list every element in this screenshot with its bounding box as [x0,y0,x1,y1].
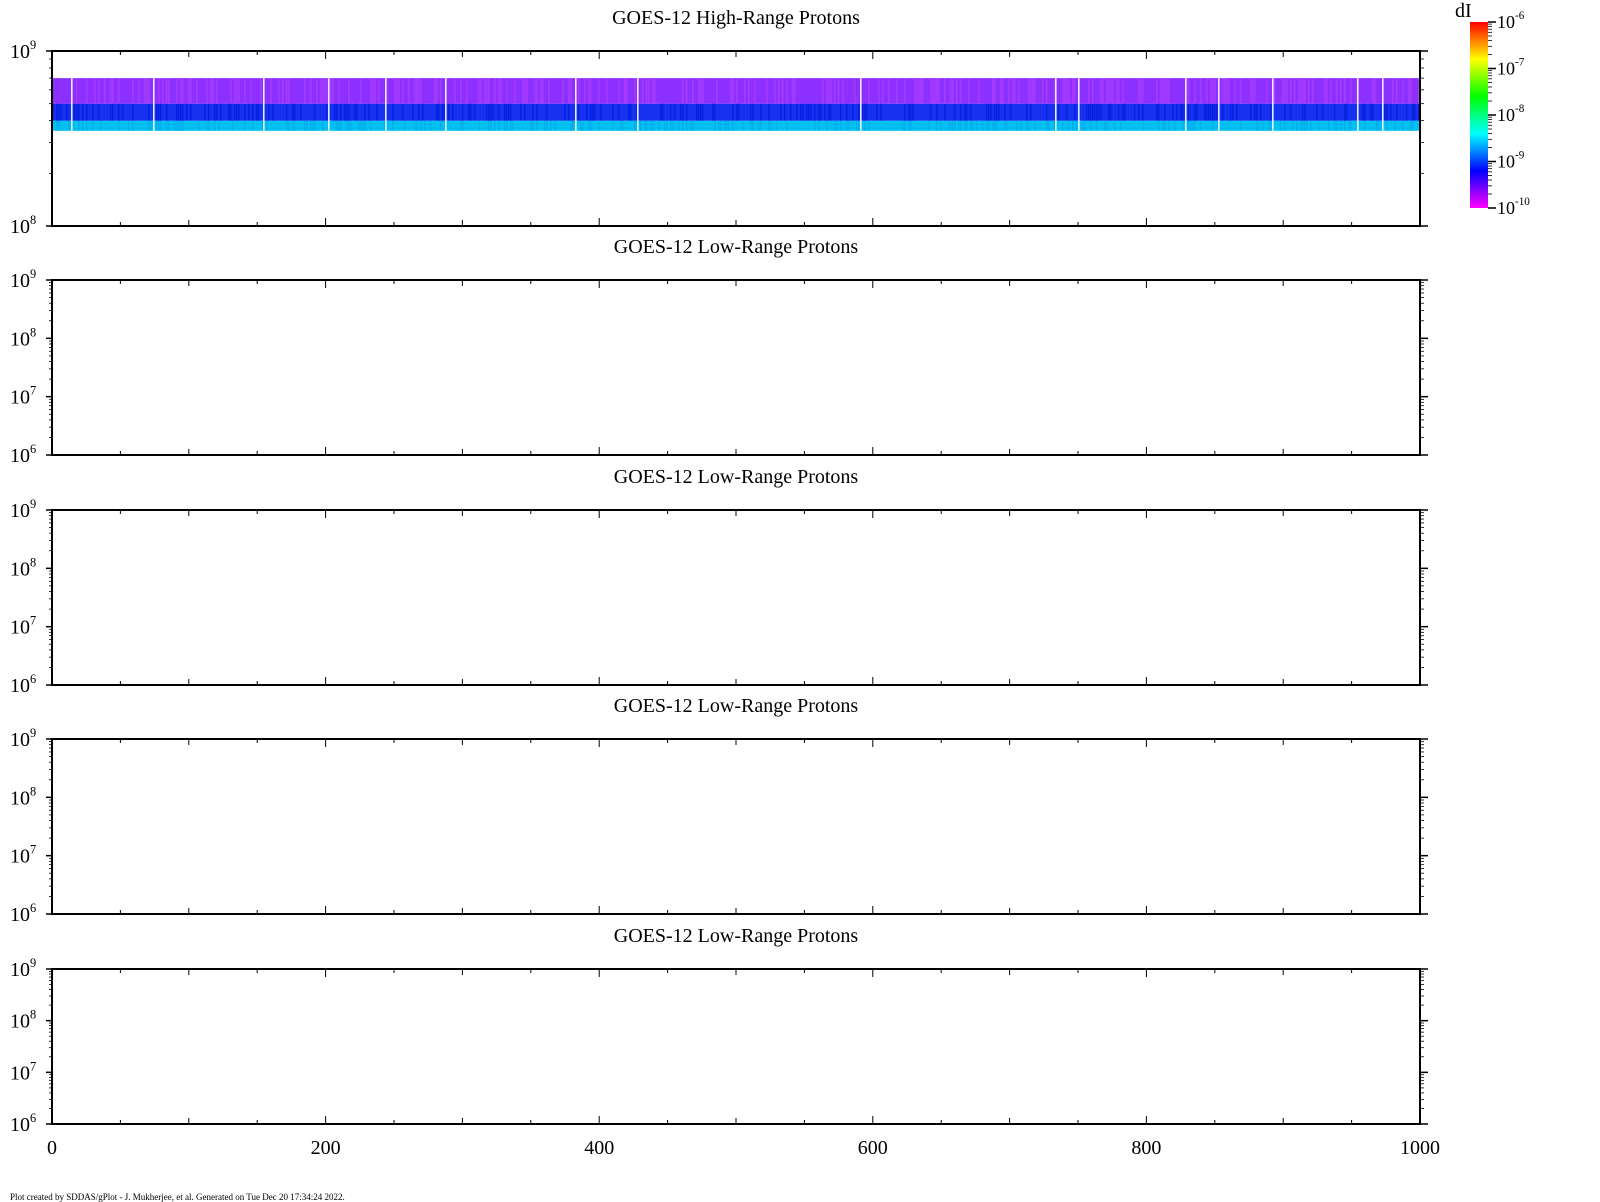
x-tick-label: 800 [1131,1137,1161,1159]
plot-frame [51,279,1421,456]
plot-frame [51,509,1421,686]
y-tick-label: 107 [10,384,36,409]
y-ticks [46,279,1428,456]
y-ticks [46,50,1428,227]
colorbar-label: dI [1455,0,1472,22]
colorbar-tick-label: 10-6 [1497,10,1525,32]
y-ticks [46,738,1428,915]
y-tick-label: 108 [10,325,36,350]
colorbar-tick-label: 10-9 [1497,150,1525,172]
plot-frame [51,968,1421,1125]
y-tick-label: 107 [10,1059,36,1084]
colorbar-tick-label: 10-10 [1497,196,1530,218]
y-tick-label: 108 [10,1008,36,1033]
y-tick-label: 107 [10,843,36,868]
x-ticks [51,280,1421,455]
x-tick-label: 600 [858,1137,888,1159]
spectrogram-band-1 [52,120,1420,131]
x-tick-label: 1000 [1400,1137,1440,1159]
colorbar-tick-label: 10-8 [1497,103,1525,125]
colorbar-tick-label: 10-7 [1497,57,1525,79]
x-tick-label: 0 [47,1137,57,1159]
panel-3: GOES-12 Low-Range Protons 106 107 108 109 [10,466,1428,697]
panel-2: GOES-12 Low-Range Protons 106 107 108 109 [10,236,1428,467]
y-tick-label: 108 [10,213,36,238]
y-tick-label: 109 [10,956,36,981]
panel-5: GOES-12 Low-Range Protons 0 200 400 600 800 10… [10,925,1440,1159]
plot-frame [51,50,1421,227]
y-tick-label: 109 [10,38,36,63]
y-tick-label: 109 [10,726,36,751]
panel-title: GOES-12 Low-Range Protons [614,925,859,947]
panel-title: GOES-12 Low-Range Protons [614,236,859,258]
y-tick-label: 108 [10,555,36,580]
y-tick-label: 107 [10,614,36,639]
plot-frame [51,738,1421,915]
colorbar-gradient [1470,22,1488,208]
panels: GOES-12 High-Range Protons108109GOES-12 … [10,7,1440,1159]
y-ticks [46,509,1428,686]
y-ticks [46,968,1428,1125]
x-ticks [51,739,1421,914]
y-tick-label: 106 [10,672,36,697]
y-tick-label: 109 [10,267,36,292]
footer-credit: Plot created by SDDAS/gPlot - J. Mukherj… [10,1192,345,1202]
panel-title: GOES-12 Low-Range Protons [614,466,859,488]
y-tick-label: 106 [10,1111,36,1136]
x-ticks [51,510,1421,685]
x-ticks [51,51,1421,226]
colorbar: dI 10-6 10-7 10-8 10-9 10-10 [1455,0,1530,218]
panel-title: GOES-12 High-Range Protons [612,7,860,29]
y-tick-label: 106 [10,442,36,467]
panel-1: GOES-12 High-Range Protons 108 109 [10,7,1428,238]
x-tick-label: 200 [311,1137,341,1159]
y-tick-label: 108 [10,784,36,809]
spectrogram-bands [52,78,1420,131]
y-tick-label: 109 [10,497,36,522]
x-tick-label: 400 [584,1137,614,1159]
x-ticks [51,969,1421,1124]
panel-title: GOES-12 Low-Range Protons [614,695,859,717]
figure: GOES-12 High-Range Protons108109GOES-12 … [10,0,1530,1159]
y-tick-label: 106 [10,901,36,926]
panel-4: GOES-12 Low-Range Protons 106 107 108 109 [10,695,1428,926]
